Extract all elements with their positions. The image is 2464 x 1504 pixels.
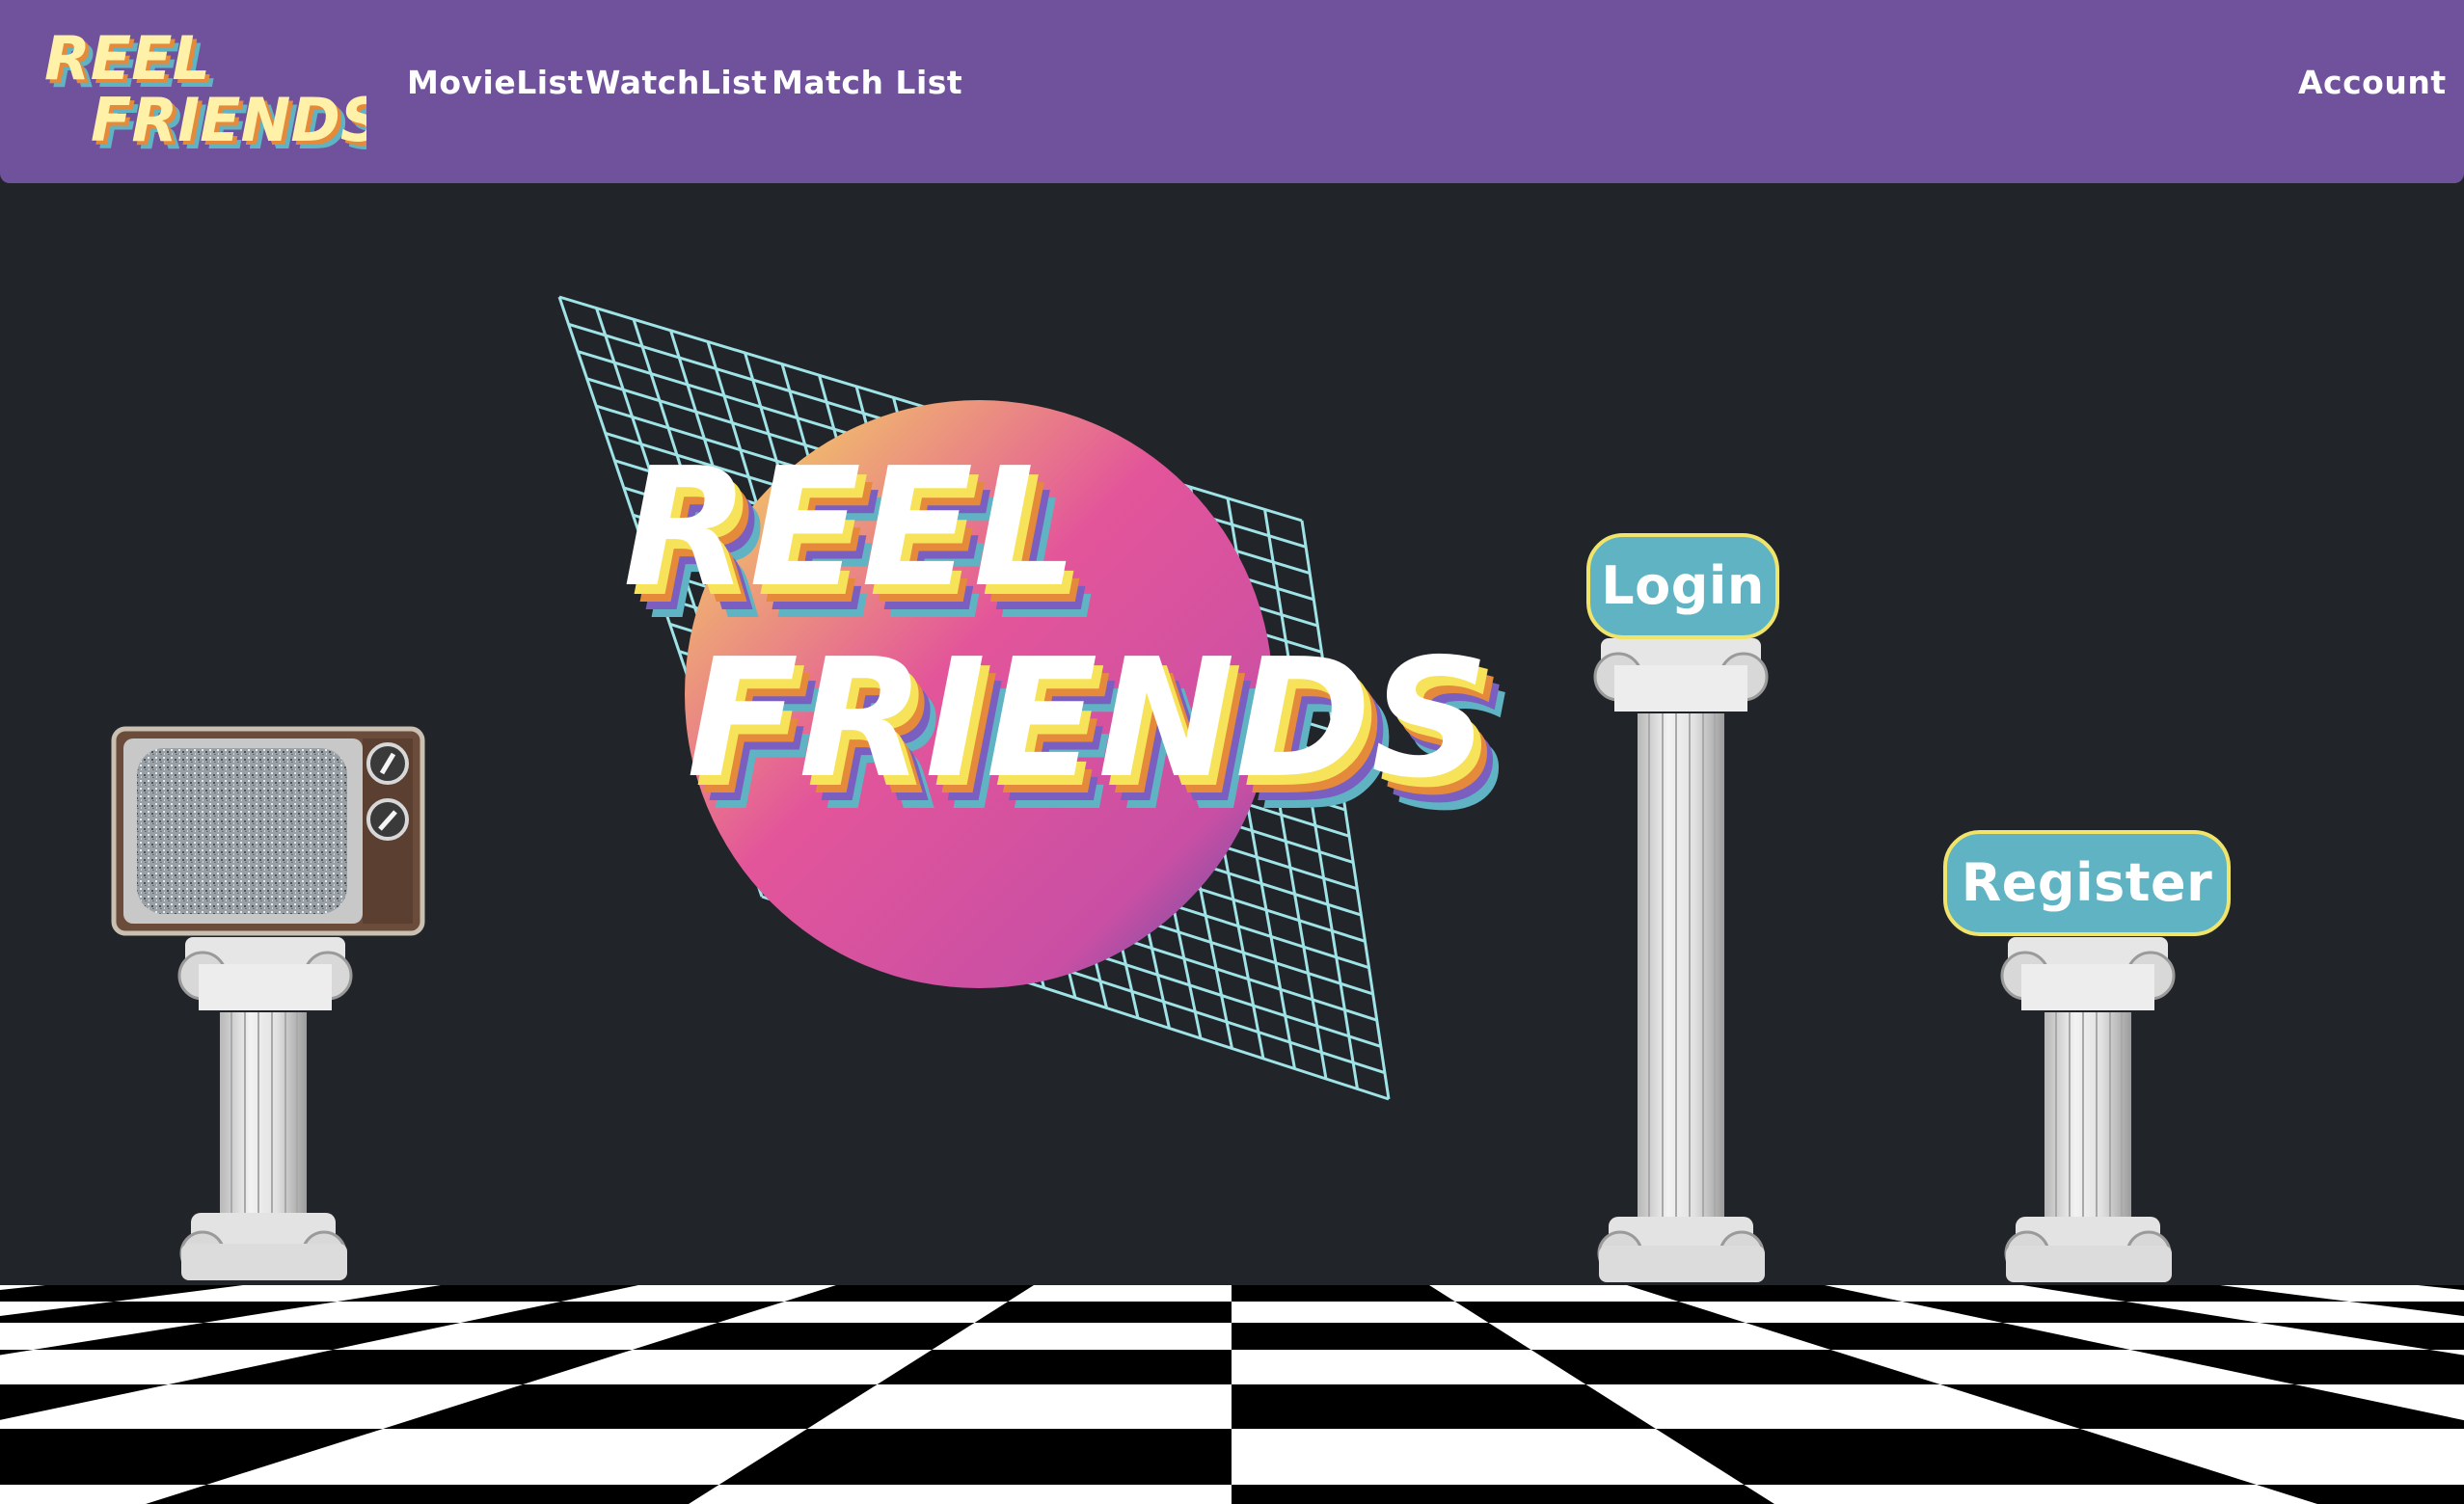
hero-scene: REEL REEL REEL REEL REEL FRIENDS FRIENDS… [0,295,2464,1504]
hero-logo: REEL REEL REEL REEL REEL FRIENDS FRIENDS… [623,433,1514,847]
checkered-floor [0,1285,2464,1504]
hero-line1: REEL [623,433,1077,624]
floor-tile [1232,1285,1455,1302]
floor-tile [718,1429,1232,1485]
tv-icon [111,726,425,936]
column-login [1593,638,1769,1282]
floor-tile [877,1350,1232,1384]
floor-tile [1232,1323,1531,1350]
login-button[interactable]: Login [1586,533,1779,639]
floor-tile [974,1302,1232,1323]
column-register [2000,937,2176,1282]
register-button[interactable]: Register [1943,830,2231,936]
hero-line2: FRIENDS [687,624,1489,815]
column-left [177,937,353,1280]
floor-tile [1232,1384,1656,1429]
